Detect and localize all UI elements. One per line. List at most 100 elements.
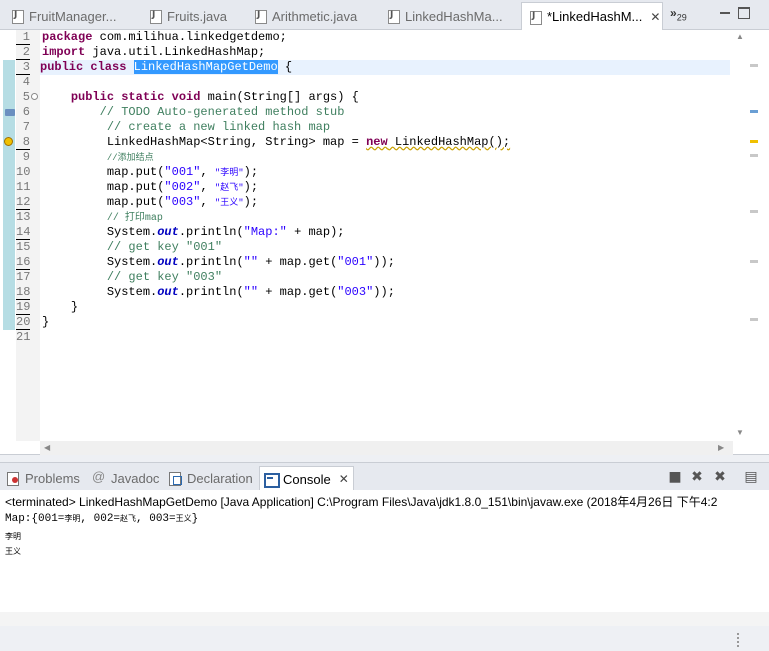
line-number: 6 — [22, 105, 30, 119]
at-sign-icon — [92, 469, 106, 485]
overview-marker[interactable] — [750, 110, 758, 113]
tab-linkedhashmapgetdemo[interactable]: *LinkedHashM... ✕ — [521, 2, 663, 30]
overview-marker[interactable] — [750, 64, 758, 67]
code-line: LinkedHashMap<String, String> map = new … — [106, 135, 511, 149]
tab-label: FruitManager... — [29, 8, 117, 24]
tab-label: LinkedHashMa... — [405, 8, 503, 24]
line-number: 3 — [16, 60, 30, 75]
tab-overflow-button[interactable]: »29 — [670, 6, 687, 22]
line-number: 10 — [16, 165, 31, 179]
editor-tab-bar: FruitManager... Fruits.java Arithmetic.j… — [0, 0, 769, 30]
scroll-up-icon[interactable]: ▲ — [736, 32, 744, 41]
console-line: Map:{001=李明, 002=赵飞, 003=王义} — [5, 513, 199, 525]
overview-ruler[interactable] — [747, 30, 769, 441]
warning-marker-icon[interactable] — [4, 137, 13, 146]
tab-javadoc[interactable]: Javadoc — [92, 467, 159, 489]
overview-marker[interactable] — [750, 210, 758, 213]
declaration-icon — [168, 471, 182, 486]
eclipse-window: FruitManager... Fruits.java Arithmetic.j… — [0, 0, 769, 651]
status-bar — [0, 627, 769, 651]
line-number: 7 — [22, 120, 30, 134]
status-bar-grip[interactable] — [737, 633, 739, 647]
tab-fruitmanager[interactable]: FruitManager... — [4, 3, 140, 29]
code-line: } — [42, 315, 50, 329]
scroll-right-icon[interactable]: ▶ — [718, 443, 724, 452]
overview-marker[interactable] — [750, 318, 758, 321]
close-icon[interactable]: ✕ — [650, 10, 660, 24]
console-line: 王义 — [5, 547, 21, 556]
overview-marker[interactable] — [750, 140, 758, 143]
scroll-down-icon[interactable]: ▼ — [736, 428, 744, 437]
java-editor[interactable]: 1 2 3 4 5 6 7 8 9 10 11 12 13 14 15 16 1… — [0, 30, 769, 455]
line-number: 21 — [16, 330, 31, 344]
close-icon[interactable]: ✕ — [339, 472, 349, 486]
terminate-icon[interactable]: ■ — [668, 470, 682, 484]
chevron-double-right-icon: » — [670, 6, 677, 20]
task-marker-icon[interactable] — [5, 109, 15, 116]
view-tab-bar: Problems Javadoc Declaration Console ✕ ■… — [0, 462, 769, 491]
tab-label: Problems — [25, 470, 80, 486]
selected-text: LinkedHashMapGetDemo — [133, 60, 278, 74]
java-file-icon — [386, 9, 400, 24]
quick-diff-bar — [3, 180, 15, 330]
current-code-line: public class LinkedHashMapGetDemo { — [40, 60, 730, 75]
console-output[interactable]: <terminated> LinkedHashMapGetDemo [Java … — [0, 490, 769, 626]
code-line: // 打印map — [106, 213, 163, 224]
tab-console[interactable]: Console ✕ — [259, 466, 354, 491]
console-line: 李明 — [5, 532, 21, 541]
line-number: 11 — [16, 180, 31, 194]
code-line: // create a new linked hash map — [106, 120, 331, 134]
problems-icon — [6, 471, 20, 486]
line-number: 20 — [16, 315, 31, 330]
maximize-icon[interactable] — [738, 7, 750, 19]
code-line: System.out.println("Map:" + map); — [106, 225, 345, 239]
overview-marker[interactable] — [750, 154, 758, 157]
line-number: 19 — [16, 300, 31, 315]
tab-label: Declaration — [187, 470, 253, 486]
java-file-icon — [148, 9, 162, 24]
vertical-scrollbar[interactable]: ▲ ▼ — [733, 30, 747, 441]
line-number: 5 — [22, 90, 30, 104]
tab-label: *LinkedHashM... — [547, 9, 643, 24]
code-line: } — [70, 300, 79, 314]
tab-label: Javadoc — [111, 470, 160, 486]
quick-diff-bar — [3, 60, 15, 180]
line-number: 16 — [16, 255, 31, 270]
code-line: //添加结点 — [106, 153, 154, 163]
line-number: 9 — [22, 150, 30, 164]
tab-declaration[interactable]: Declaration — [168, 467, 253, 489]
minimize-icon[interactable] — [719, 7, 731, 19]
tab-problems[interactable]: Problems — [6, 467, 80, 489]
console-icon — [264, 472, 280, 488]
tab-fruits[interactable]: Fruits.java — [142, 3, 260, 29]
code-line: System.out.println("" + map.get("003")); — [106, 285, 395, 299]
code-line: // get key "001" — [106, 240, 223, 254]
line-number: 15 — [16, 240, 31, 254]
tab-arithmetic[interactable]: Arithmetic.java — [247, 3, 375, 29]
line-number: 18 — [16, 285, 31, 300]
scroll-left-icon[interactable]: ◀ — [44, 443, 50, 452]
clear-console-icon[interactable]: ▤ — [744, 470, 758, 484]
tab-label: Arithmetic.java — [272, 8, 358, 24]
line-number: 14 — [16, 225, 31, 240]
horizontal-scrollbar[interactable]: ◀ ▶ — [40, 441, 733, 455]
java-file-icon — [253, 9, 267, 24]
tab-linkedhashmap[interactable]: LinkedHashMa... — [380, 3, 520, 29]
remove-all-launches-icon[interactable]: ✖ — [713, 470, 727, 484]
hidden-tab-count: 29 — [676, 12, 687, 23]
code-line: public static void main(String[] args) { — [70, 90, 359, 104]
fold-toggle-icon[interactable] — [31, 93, 38, 100]
overview-marker[interactable] — [750, 260, 758, 263]
line-number: 8 — [16, 135, 30, 150]
code-line: map.put("001", "李明"); — [106, 165, 259, 179]
java-file-icon — [10, 9, 24, 24]
tab-label: Fruits.java — [167, 8, 227, 24]
line-number: 13 — [16, 210, 31, 224]
console-horizontal-scrollbar[interactable] — [0, 612, 769, 626]
line-number: 4 — [22, 75, 30, 89]
line-number: 17 — [16, 270, 31, 284]
code-line: package com.milihua.linkedgetdemo; — [42, 30, 287, 44]
java-file-icon — [528, 10, 542, 25]
code-line: map.put("003", "王义"); — [106, 195, 259, 209]
remove-launch-icon[interactable]: ✖ — [690, 470, 704, 484]
